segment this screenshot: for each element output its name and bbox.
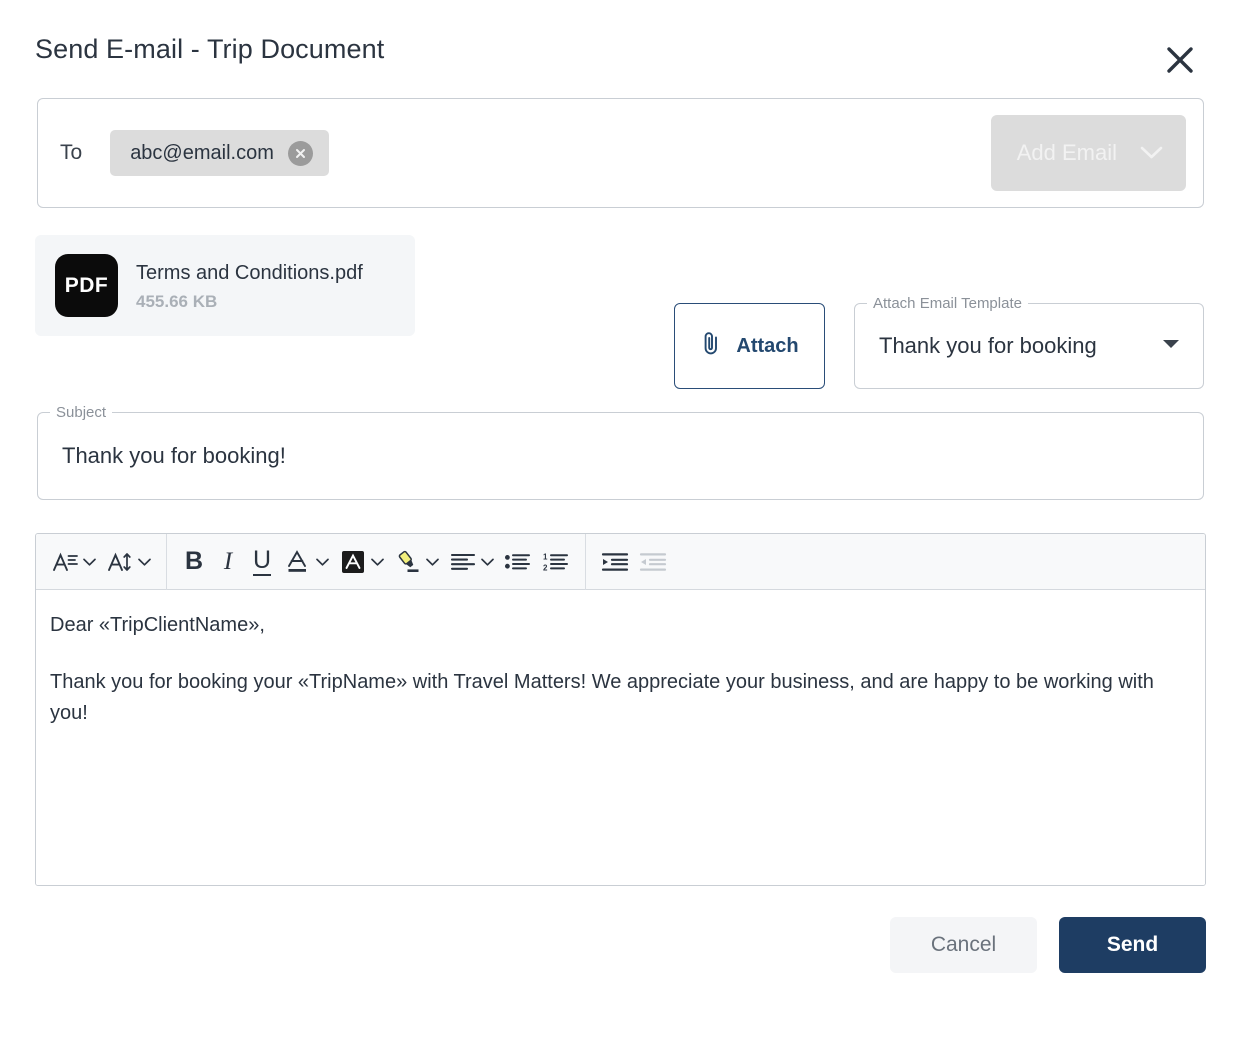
page-title: Send E-mail - Trip Document [35,33,385,64]
background-color-icon[interactable] [334,541,368,583]
subject-legend: Subject [50,404,113,422]
align-left-icon[interactable] [444,541,478,583]
add-email-button[interactable]: Add Email [990,115,1186,191]
close-icon[interactable] [1154,34,1206,86]
align-chevron-down-icon[interactable] [478,557,499,567]
bulleted-list-icon[interactable] [499,541,537,583]
toolbar-group-format: B I U 1 2 [177,534,575,590]
subject-field[interactable]: Subject Thank you for booking! [37,404,1204,500]
italic-icon[interactable]: I [211,541,245,583]
recipient-email: abc@email.com [130,141,274,164]
send-button[interactable]: Send [1059,917,1206,973]
to-label: To [60,141,83,164]
font-size-chevron-down-icon[interactable] [135,557,156,567]
indent-icon[interactable] [596,541,634,583]
font-family-chevron-down-icon[interactable] [80,557,101,567]
attach-button[interactable]: Attach [674,303,825,389]
attachment-name: Terms and Conditions.pdf [136,261,363,284]
text-color-icon[interactable] [279,541,313,583]
recipients-field[interactable]: To abc@email.com Add Email [37,98,1204,208]
editor-toolbar: B I U 1 2 [36,534,1205,590]
attachment-meta: Terms and Conditions.pdf 455.66 KB [136,260,363,312]
svg-text:1: 1 [543,552,548,561]
text-color-chevron-down-icon[interactable] [313,557,334,567]
email-template-value: Thank you for booking [879,333,1097,358]
numbered-list-icon[interactable]: 1 2 [537,541,575,583]
email-template-legend: Attach Email Template [867,295,1028,313]
toolbar-group-indent [596,534,672,590]
email-template-select[interactable]: Attach Email Template Thank you for book… [854,295,1204,389]
underline-icon[interactable]: U [245,541,279,583]
attachment-item[interactable]: PDF Terms and Conditions.pdf 455.66 KB [35,235,415,336]
font-family-icon[interactable] [46,541,80,583]
font-size-icon[interactable] [101,541,135,583]
add-email-label: Add Email [1016,140,1117,165]
dialog-footer: Cancel Send [35,917,1206,973]
attach-label: Attach [736,334,799,357]
dropdown-caret-icon [1161,337,1181,355]
attachment-size: 455.66 KB [136,291,218,311]
toolbar-group-font [46,534,156,590]
send-email-dialog: Send E-mail - Trip Document To abc@email… [0,0,1241,1049]
outdent-icon[interactable] [634,541,672,583]
paperclip-icon [700,330,722,362]
toolbar-divider [166,534,167,590]
subject-input[interactable]: Thank you for booking! [62,443,286,469]
editor-paragraph: Thank you for booking your «TripName» wi… [50,671,1154,724]
remove-recipient-icon[interactable] [287,140,313,166]
toolbar-divider [585,534,586,590]
editor-body[interactable]: Dear «TripClientName», Thank you for boo… [36,590,1205,885]
background-color-chevron-down-icon[interactable] [368,557,389,567]
svg-text:2: 2 [543,563,548,572]
highlight-chevron-down-icon[interactable] [423,557,444,567]
rich-text-editor: B I U 1 2 Dear «TripClientName», Thank y… [35,533,1206,886]
highlight-icon[interactable] [389,541,423,583]
cancel-button[interactable]: Cancel [890,917,1037,973]
bold-icon[interactable]: B [177,541,211,583]
recipient-chip: abc@email.com [110,130,329,176]
pdf-file-icon: PDF [55,254,118,317]
chevron-down-icon [1139,140,1164,166]
editor-paragraph: Dear «TripClientName», [50,614,265,636]
dialog-header: Send E-mail - Trip Document [35,0,1206,98]
